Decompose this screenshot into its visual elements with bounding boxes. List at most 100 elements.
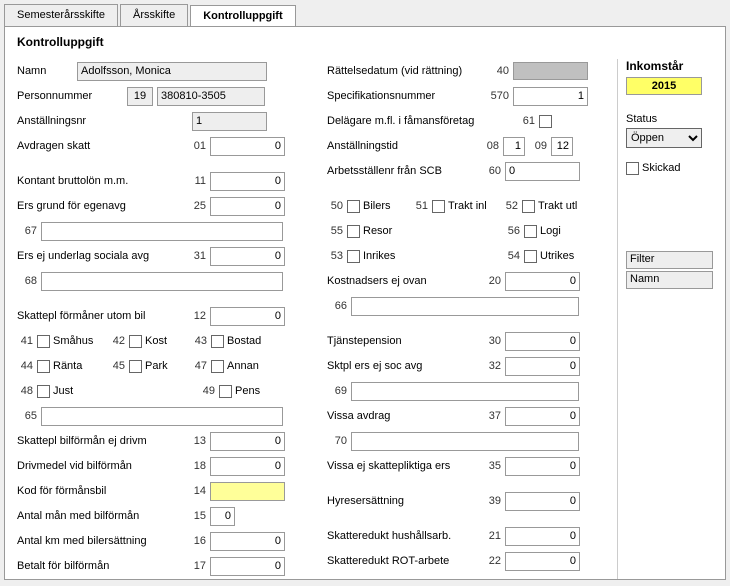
- input-67[interactable]: [41, 222, 283, 241]
- input-drivmedel[interactable]: [210, 457, 285, 476]
- checkbox-just[interactable]: [37, 385, 50, 398]
- code-01: 01: [186, 140, 206, 152]
- checkbox-delagare[interactable]: [539, 115, 552, 128]
- code-61: 61: [515, 115, 535, 127]
- input-68[interactable]: [41, 272, 283, 291]
- checkbox-bilers[interactable]: [347, 200, 360, 213]
- code-09: 09: [529, 140, 547, 152]
- code-30: 30: [481, 335, 501, 347]
- value-inkomstar: 2015: [626, 77, 702, 95]
- input-kontant-bruttolon[interactable]: [210, 172, 285, 191]
- checkbox-trakt-utl[interactable]: [522, 200, 535, 213]
- label-just: Just: [53, 385, 195, 397]
- checkbox-ranta[interactable]: [37, 360, 50, 373]
- input-sktpl-ers[interactable]: [505, 357, 580, 376]
- checkbox-annan[interactable]: [211, 360, 224, 373]
- code-48: 48: [17, 385, 33, 397]
- input-rattelsedatum: [513, 62, 588, 80]
- input-antal-man[interactable]: [210, 507, 235, 526]
- input-specnummer[interactable]: [513, 87, 588, 106]
- input-anstallningstid-to[interactable]: [551, 137, 573, 156]
- input-namn: [77, 62, 267, 81]
- label-anstallningstid: Anställningstid: [327, 140, 477, 152]
- input-avdragen-skatt[interactable]: [210, 137, 285, 156]
- code-55: 55: [327, 225, 343, 237]
- code-56: 56: [504, 225, 520, 237]
- code-22: 22: [481, 555, 501, 567]
- input-65[interactable]: [41, 407, 283, 426]
- tab-semesterarsskifte[interactable]: Semesterårsskifte: [4, 4, 118, 26]
- code-21: 21: [481, 530, 501, 542]
- tab-arsskifte[interactable]: Årsskifte: [120, 4, 188, 26]
- code-50: 50: [327, 200, 343, 212]
- label-resor: Resor: [363, 225, 500, 237]
- code-32: 32: [481, 360, 501, 372]
- label-kost: Kost: [145, 335, 187, 347]
- input-skattepl-formaner[interactable]: [210, 307, 285, 326]
- label-avdragen-skatt: Avdragen skatt: [17, 140, 182, 152]
- input-hyresersattning[interactable]: [505, 492, 580, 511]
- input-anstallningstid-from[interactable]: [503, 137, 525, 156]
- code-49: 49: [199, 385, 215, 397]
- checkbox-bostad[interactable]: [211, 335, 224, 348]
- col-mid: Rättelsedatum (vid rättning) 40 Specifik…: [327, 59, 607, 579]
- code-12: 12: [186, 310, 206, 322]
- code-37: 37: [481, 410, 501, 422]
- input-ers-ej-underlag[interactable]: [210, 247, 285, 266]
- input-vissa-ej-skattepl[interactable]: [505, 457, 580, 476]
- select-status[interactable]: Öppen: [626, 128, 702, 148]
- label-arbetsstallenr: Arbetsställenr från SCB: [327, 165, 477, 177]
- code-35: 35: [481, 460, 501, 472]
- input-betalt-bilforman[interactable]: [210, 557, 285, 576]
- checkbox-pens[interactable]: [219, 385, 232, 398]
- namn-box[interactable]: Namn: [626, 271, 713, 289]
- filter-box[interactable]: Filter: [626, 251, 713, 269]
- checkbox-smahus[interactable]: [37, 335, 50, 348]
- input-skatteredukt-rot[interactable]: [505, 552, 580, 571]
- label-ranta: Ränta: [53, 360, 105, 372]
- label-antal-man: Antal mån med bilförmån: [17, 510, 182, 522]
- code-41: 41: [17, 335, 33, 347]
- tab-kontrolluppgift[interactable]: Kontrolluppgift: [190, 5, 295, 27]
- panel-title: Kontrolluppgift: [17, 35, 713, 49]
- code-68: 68: [17, 275, 37, 287]
- label-specnummer: Specifikationsnummer: [327, 90, 477, 102]
- label-kostnadsers: Kostnadsers ej ovan: [327, 275, 477, 287]
- input-antal-km[interactable]: [210, 532, 285, 551]
- checkbox-park[interactable]: [129, 360, 142, 373]
- code-31: 31: [186, 250, 206, 262]
- label-sktpl-ers: Sktpl ers ej soc avg: [327, 360, 477, 372]
- input-69[interactable]: [351, 382, 579, 401]
- input-bilforman[interactable]: [210, 432, 285, 451]
- code-43: 43: [191, 335, 207, 347]
- code-15: 15: [186, 510, 206, 522]
- checkbox-skickad[interactable]: [626, 162, 639, 175]
- label-vissa-ej-skattepl: Vissa ej skattepliktiga ers: [327, 460, 477, 472]
- label-skattepl-formaner: Skattepl förmåner utom bil: [17, 310, 182, 322]
- code-47: 47: [191, 360, 207, 372]
- code-52: 52: [502, 200, 518, 212]
- input-70[interactable]: [351, 432, 579, 451]
- checkbox-resor[interactable]: [347, 225, 360, 238]
- code-66: 66: [327, 300, 347, 312]
- input-vissa-avdrag[interactable]: [505, 407, 580, 426]
- label-inkomstar: Inkomstår: [626, 59, 713, 73]
- input-kod-formansbil[interactable]: [210, 482, 285, 501]
- checkbox-trakt-inl[interactable]: [432, 200, 445, 213]
- code-67: 67: [17, 225, 37, 237]
- code-17: 17: [186, 560, 206, 572]
- input-kostnadsers[interactable]: [505, 272, 580, 291]
- checkbox-utrikes[interactable]: [524, 250, 537, 263]
- input-tjanstepension[interactable]: [505, 332, 580, 351]
- code-51: 51: [412, 200, 428, 212]
- label-trakt-utl: Trakt utl: [538, 200, 577, 212]
- checkbox-logi[interactable]: [524, 225, 537, 238]
- label-kontant-bruttolon: Kontant bruttolön m.m.: [17, 175, 182, 187]
- input-66[interactable]: [351, 297, 579, 316]
- checkbox-inrikes[interactable]: [347, 250, 360, 263]
- input-arbetsstallenr[interactable]: [505, 162, 580, 181]
- input-ers-grund-egenavg[interactable]: [210, 197, 285, 216]
- input-skatteredukt-hush[interactable]: [505, 527, 580, 546]
- input-personnr-century: [127, 87, 153, 106]
- checkbox-kost[interactable]: [129, 335, 142, 348]
